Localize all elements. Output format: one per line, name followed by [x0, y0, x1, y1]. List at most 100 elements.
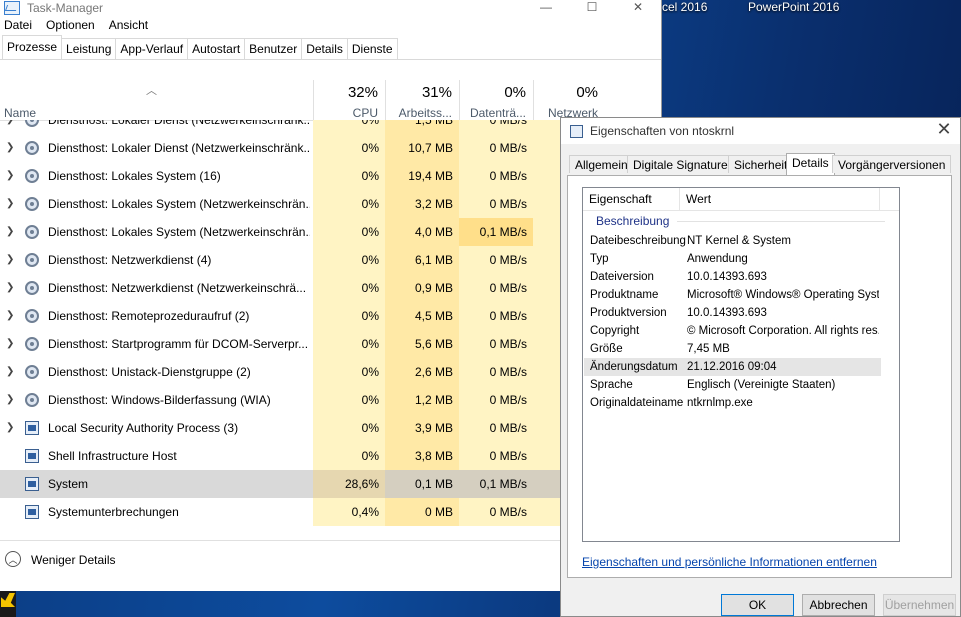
- expand-chevron-icon[interactable]: ❯: [6, 302, 14, 330]
- expand-chevron-icon[interactable]: ❯: [6, 134, 14, 162]
- menu-optionen[interactable]: Optionen: [46, 18, 95, 32]
- expand-chevron-icon[interactable]: ❯: [6, 386, 14, 414]
- chevron-up-icon[interactable]: ︿: [5, 551, 21, 567]
- cpu-total-percent: 32%: [347, 84, 378, 101]
- property-row[interactable]: Originaldateiname ntkrnlmp.exe: [584, 394, 881, 412]
- property-list[interactable]: Eigenschaft Wert Beschreibung Dateibesch…: [582, 187, 900, 542]
- cpu-cell: 0%: [313, 330, 385, 358]
- tab-prozesse[interactable]: Prozesse: [2, 35, 63, 59]
- gear-icon: [25, 120, 39, 127]
- maximize-button[interactable]: ☐: [569, 0, 615, 16]
- tab-benutzer[interactable]: Benutzer: [244, 38, 303, 59]
- tab-app-verlauf[interactable]: App-Verlauf: [115, 38, 189, 59]
- disk-cell: 0 MB/s: [459, 358, 533, 386]
- desktop-icon-label-excel[interactable]: cel 2016: [662, 0, 707, 14]
- property-row[interactable]: Produktname Microsoft® Windows® Operating…: [584, 286, 881, 304]
- expand-chevron-icon[interactable]: ❯: [6, 190, 14, 218]
- menu-datei[interactable]: Datei: [4, 18, 32, 32]
- disk-cell: 0 MB/s: [459, 386, 533, 414]
- disk-cell: 0,1 MB/s: [459, 218, 533, 246]
- desktop-icon-label-powerpoint[interactable]: PowerPoint 2016: [748, 0, 839, 14]
- memory-cell: 10,7 MB: [385, 134, 459, 162]
- tab-strip: Prozesse Leistung App-Verlauf Autostart …: [0, 33, 661, 60]
- gear-icon: [25, 169, 39, 183]
- header-eigenschaft[interactable]: Eigenschaft: [583, 188, 679, 210]
- property-key: Sprache: [590, 379, 633, 391]
- gear-icon: [25, 141, 39, 155]
- expand-chevron-icon[interactable]: ❯: [6, 274, 14, 302]
- gear-icon: [25, 393, 39, 407]
- process-name: Systemunterbrechungen: [48, 505, 179, 519]
- property-list-header: Eigenschaft Wert: [583, 188, 899, 211]
- memory-cell: 3,9 MB: [385, 414, 459, 442]
- cancel-button[interactable]: Abbrechen: [802, 594, 875, 616]
- group-label: Beschreibung: [596, 214, 670, 228]
- process-name: Diensthost: Startprogramm für DCOM-Serve…: [48, 337, 309, 351]
- process-name: Diensthost: Lokales System (Netzwerkeins…: [48, 197, 310, 211]
- cpu-cell: 0%: [313, 302, 385, 330]
- memory-column-label: Arbeitss...: [398, 106, 452, 120]
- tab-digitale-signaturen[interactable]: Digitale Signaturen: [627, 155, 741, 173]
- disk-cell: 0 MB/s: [459, 162, 533, 190]
- title-bar: Task-Manager — ☐ ✕: [0, 0, 661, 16]
- tab-vorgaengerversionen[interactable]: Vorgängerversionen: [832, 155, 952, 173]
- property-row[interactable]: Größe 7,45 MB: [584, 340, 881, 358]
- tab-details[interactable]: Details: [786, 153, 835, 175]
- tab-dienste[interactable]: Dienste: [346, 38, 398, 59]
- property-row[interactable]: Typ Anwendung: [584, 250, 881, 268]
- fewer-details-link[interactable]: Weniger Details: [31, 553, 115, 567]
- property-key: Produktversion: [590, 307, 667, 319]
- expand-chevron-icon[interactable]: ❯: [6, 414, 14, 442]
- cpu-cell: 0%: [313, 246, 385, 274]
- tab-leistung[interactable]: Leistung: [61, 38, 117, 59]
- property-value: Englisch (Vereinigte Staaten): [687, 379, 836, 391]
- property-key: Dateibeschreibung: [590, 235, 686, 247]
- memory-cell: 0,9 MB: [385, 274, 459, 302]
- close-button[interactable]: ✕: [615, 0, 661, 16]
- property-row[interactable]: Änderungsdatum 21.12.2016 09:04: [584, 358, 881, 376]
- ok-button[interactable]: OK: [721, 594, 794, 616]
- column-memory[interactable]: 31% Arbeitss...: [385, 80, 460, 120]
- column-network[interactable]: 0% Netzwerk: [533, 80, 606, 120]
- taskbar-corner: [0, 591, 16, 617]
- column-cpu[interactable]: 32% CPU: [313, 80, 386, 120]
- expand-chevron-icon[interactable]: ❯: [6, 120, 14, 134]
- header-wert[interactable]: Wert: [679, 188, 879, 210]
- menu-ansicht[interactable]: Ansicht: [109, 18, 148, 32]
- expand-chevron-icon[interactable]: ❯: [6, 358, 14, 386]
- property-row[interactable]: Dateiversion 10.0.14393.693: [584, 268, 881, 286]
- expand-chevron-icon[interactable]: ❯: [6, 246, 14, 274]
- property-key: Änderungsdatum: [590, 361, 678, 373]
- tab-autostart[interactable]: Autostart: [187, 38, 246, 59]
- window-icon: [25, 449, 39, 463]
- column-disk[interactable]: 0% Datenträ...: [459, 80, 534, 120]
- disk-cell: 0 MB/s: [459, 498, 533, 526]
- tab-allgemein[interactable]: Allgemein: [569, 155, 634, 173]
- expand-chevron-icon[interactable]: ❯: [6, 218, 14, 246]
- apply-button[interactable]: Übernehmen: [883, 594, 956, 616]
- cpu-cell: 0%: [313, 414, 385, 442]
- property-row[interactable]: Dateibeschreibung NT Kernel & System: [584, 232, 881, 250]
- property-row[interactable]: Copyright © Microsoft Corporation. All ri…: [584, 322, 881, 340]
- disk-cell: 0 MB/s: [459, 190, 533, 218]
- property-row[interactable]: Produktversion 10.0.14393.693: [584, 304, 881, 322]
- property-row[interactable]: Sprache Englisch (Vereinigte Staaten): [584, 376, 881, 394]
- tab-details[interactable]: Details: [301, 38, 348, 59]
- cpu-cell: 0%: [313, 386, 385, 414]
- disk-cell: 0 MB/s: [459, 246, 533, 274]
- task-manager-app-icon: [4, 1, 20, 15]
- process-name: Diensthost: Lokaler Dienst (Netzwerkeins…: [48, 141, 310, 155]
- tab-sicherheit[interactable]: Sicherheit: [728, 155, 794, 173]
- folder-arrow-icon[interactable]: [1, 593, 15, 607]
- memory-cell: 5,6 MB: [385, 330, 459, 358]
- expand-chevron-icon[interactable]: ❯: [6, 330, 14, 358]
- process-name: Local Security Authority Process (3): [48, 421, 239, 435]
- dialog-tab-strip: Allgemein Digitale Signaturen Sicherheit…: [567, 153, 952, 175]
- minimize-button[interactable]: —: [523, 0, 569, 16]
- properties-dialog: Eigenschaften von ntoskrnl ✕ Allgemein D…: [560, 117, 961, 617]
- dialog-close-button[interactable]: ✕: [934, 119, 954, 140]
- window-title: Task-Manager: [27, 1, 104, 15]
- expand-chevron-icon[interactable]: ❯: [6, 162, 14, 190]
- remove-properties-link[interactable]: Eigenschaften und persönliche Informatio…: [582, 555, 877, 569]
- column-name[interactable]: Name: [4, 106, 36, 120]
